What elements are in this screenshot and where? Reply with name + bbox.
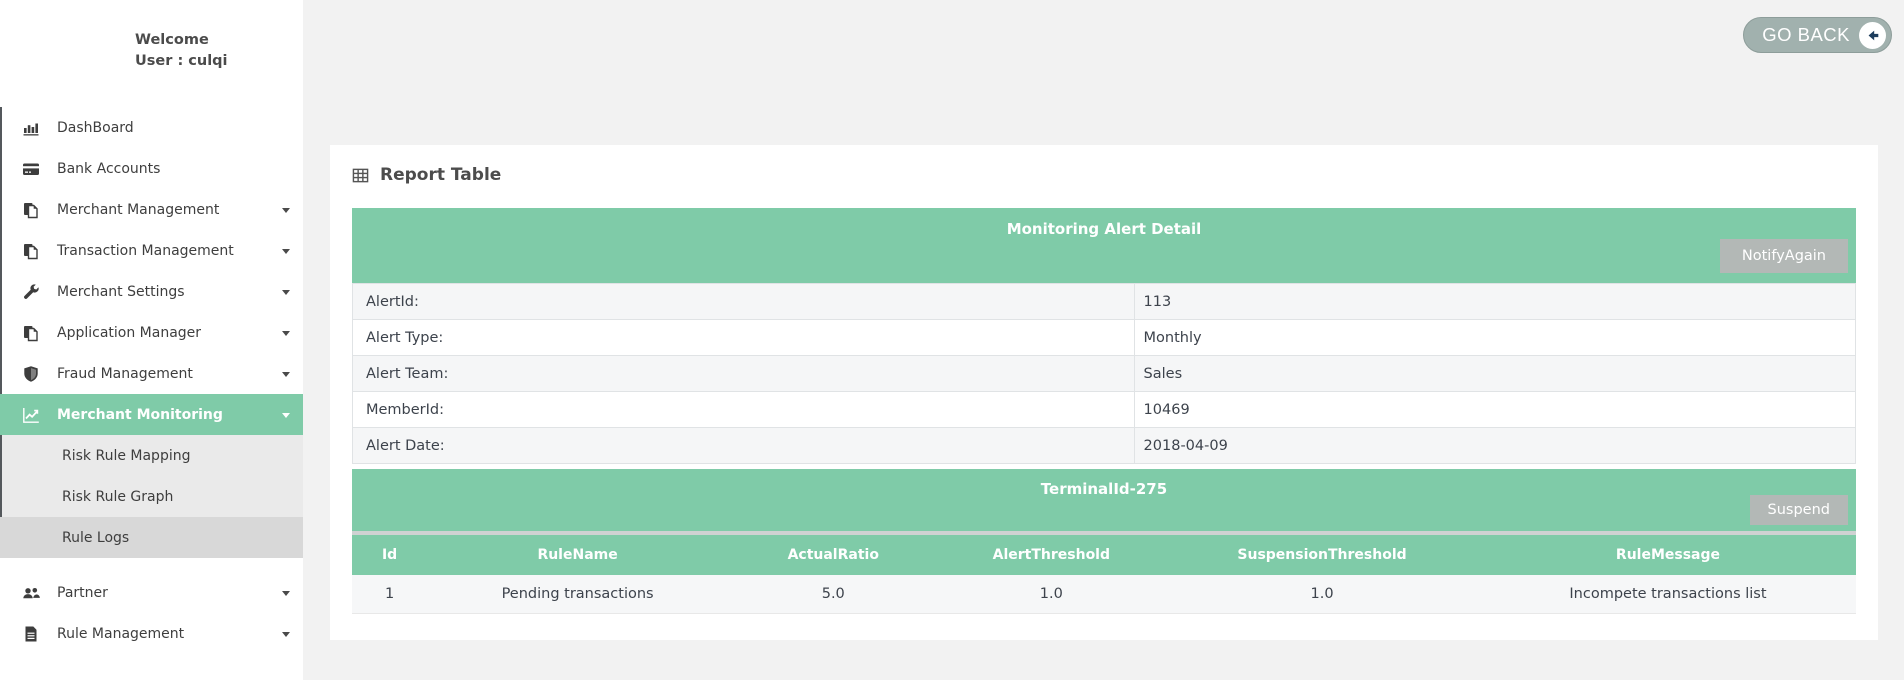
sidebar-item-dashboard[interactable]: DashBoard bbox=[0, 107, 303, 148]
suspend-button[interactable]: Suspend bbox=[1750, 495, 1848, 525]
sidebar-item-application-manager[interactable]: Application Manager bbox=[0, 312, 303, 353]
table-grid-icon bbox=[352, 167, 369, 184]
page-title: Report Table bbox=[380, 165, 501, 185]
rule-message-cell: Incompete transactions list bbox=[1480, 575, 1856, 613]
detail-row: Alert Type: Monthly bbox=[353, 320, 1856, 356]
field-value: 2018-04-09 bbox=[1134, 428, 1855, 464]
report-table-heading: Report Table bbox=[352, 165, 1856, 185]
credit-card-icon bbox=[20, 160, 42, 178]
report-card: Report Table Monitoring Alert Detail Not… bbox=[330, 145, 1878, 640]
shield-icon bbox=[20, 365, 42, 383]
table-row: 1 Pending transactions 5.0 1.0 1.0 Incom… bbox=[352, 575, 1856, 613]
sidebar-item-label: Merchant Monitoring bbox=[57, 407, 223, 423]
sidebar-item-label: Transaction Management bbox=[57, 243, 234, 259]
column-header: RuleMessage bbox=[1480, 535, 1856, 575]
chevron-down-icon bbox=[282, 249, 290, 254]
sidebar-item-label: Partner bbox=[57, 585, 108, 601]
field-value: 113 bbox=[1134, 284, 1855, 320]
rule-table: Id RuleName ActualRatio AlertThreshold S… bbox=[352, 535, 1856, 614]
sidebar-item-risk-rule-graph[interactable]: Risk Rule Graph bbox=[0, 476, 303, 517]
chevron-down-icon bbox=[282, 632, 290, 637]
field-value: Sales bbox=[1134, 356, 1855, 392]
users-icon bbox=[20, 584, 42, 602]
chevron-down-icon bbox=[282, 591, 290, 596]
field-label: MemberId: bbox=[353, 392, 1135, 428]
welcome-user-block: Welcome User : culqi bbox=[135, 30, 303, 72]
sidebar-item-transaction-management[interactable]: Transaction Management bbox=[0, 230, 303, 271]
notify-again-button[interactable]: NotifyAgain bbox=[1720, 239, 1848, 273]
bar-chart-icon bbox=[20, 119, 42, 137]
alert-detail-table: AlertId: 113 Alert Type: Monthly Alert T… bbox=[352, 283, 1856, 464]
go-back-label: GO BACK bbox=[1762, 24, 1850, 46]
sidebar-item-merchant-monitoring[interactable]: Merchant Monitoring bbox=[0, 394, 303, 435]
field-value: 10469 bbox=[1134, 392, 1855, 428]
column-header: AlertThreshold bbox=[939, 535, 1165, 575]
welcome-text: Welcome bbox=[135, 30, 303, 51]
sidebar-item-bank-accounts[interactable]: Bank Accounts bbox=[0, 148, 303, 189]
field-label: Alert Date: bbox=[353, 428, 1135, 464]
column-header: RuleName bbox=[427, 535, 728, 575]
chevron-down-icon bbox=[282, 372, 290, 377]
sidebar-item-label: Rule Management bbox=[57, 626, 184, 642]
menu-spacer bbox=[0, 558, 303, 572]
sidebar-item-partner[interactable]: Partner bbox=[0, 572, 303, 613]
detail-row: Alert Team: Sales bbox=[353, 356, 1856, 392]
go-back-button[interactable]: GO BACK bbox=[1743, 17, 1892, 53]
merchant-monitoring-submenu: Risk Rule Mapping Risk Rule Graph Rule L… bbox=[0, 435, 303, 558]
back-arrow-circle bbox=[1859, 22, 1886, 49]
sidebar-item-label: Risk Rule Graph bbox=[62, 489, 173, 505]
file-text-icon bbox=[20, 625, 42, 643]
copy-icon bbox=[20, 242, 42, 260]
line-chart-icon bbox=[20, 406, 42, 424]
rule-table-header-row: Id RuleName ActualRatio AlertThreshold S… bbox=[352, 535, 1856, 575]
field-label: Alert Type: bbox=[353, 320, 1135, 356]
rule-id-cell: 1 bbox=[352, 575, 427, 613]
sidebar-item-label: Application Manager bbox=[57, 325, 201, 341]
sidebar-item-label: Merchant Settings bbox=[57, 284, 185, 300]
chevron-down-icon bbox=[282, 290, 290, 295]
suspension-threshold-cell: 1.0 bbox=[1164, 575, 1480, 613]
rule-name-cell: Pending transactions bbox=[427, 575, 728, 613]
detail-row: AlertId: 113 bbox=[353, 284, 1856, 320]
field-value: Monthly bbox=[1134, 320, 1855, 356]
wrench-icon bbox=[20, 283, 42, 301]
sidebar-item-label: DashBoard bbox=[57, 120, 134, 136]
detail-row: MemberId: 10469 bbox=[353, 392, 1856, 428]
sidebar-item-label: Merchant Management bbox=[57, 202, 219, 218]
sidebar-menu: DashBoard Bank Accounts Merchant Managem… bbox=[0, 107, 303, 654]
detail-row: Alert Date: 2018-04-09 bbox=[353, 428, 1856, 464]
sidebar-item-risk-rule-mapping[interactable]: Risk Rule Mapping bbox=[0, 435, 303, 476]
alert-detail-title: Monitoring Alert Detail bbox=[352, 220, 1856, 238]
main-content: GO BACK Report Table Monitoring Alert De… bbox=[303, 0, 1904, 680]
column-header: ActualRatio bbox=[728, 535, 939, 575]
sidebar-item-label: Rule Logs bbox=[62, 530, 129, 546]
sidebar-item-merchant-management[interactable]: Merchant Management bbox=[0, 189, 303, 230]
terminal-title: TerminalId-275 bbox=[352, 480, 1856, 498]
alert-detail-header: Monitoring Alert Detail NotifyAgain bbox=[352, 208, 1856, 283]
copy-icon bbox=[20, 324, 42, 342]
terminal-header: TerminalId-275 Suspend bbox=[352, 469, 1856, 531]
sidebar: Welcome User : culqi DashBoard Bank Acco… bbox=[0, 0, 303, 680]
chevron-down-icon bbox=[282, 208, 290, 213]
column-header: Id bbox=[352, 535, 427, 575]
sidebar-item-rule-logs[interactable]: Rule Logs bbox=[0, 517, 303, 558]
sidebar-item-rule-management[interactable]: Rule Management bbox=[0, 613, 303, 654]
alert-threshold-cell: 1.0 bbox=[939, 575, 1165, 613]
field-label: AlertId: bbox=[353, 284, 1135, 320]
welcome-username: User : culqi bbox=[135, 51, 303, 72]
sidebar-item-label: Risk Rule Mapping bbox=[62, 448, 190, 464]
copy-icon bbox=[20, 201, 42, 219]
sidebar-item-label: Bank Accounts bbox=[57, 161, 160, 177]
chevron-down-icon bbox=[282, 413, 290, 418]
arrow-left-icon bbox=[1865, 28, 1880, 43]
sidebar-item-fraud-management[interactable]: Fraud Management bbox=[0, 353, 303, 394]
field-label: Alert Team: bbox=[353, 356, 1135, 392]
column-header: SuspensionThreshold bbox=[1164, 535, 1480, 575]
sidebar-item-merchant-settings[interactable]: Merchant Settings bbox=[0, 271, 303, 312]
chevron-down-icon bbox=[282, 331, 290, 336]
sidebar-item-label: Fraud Management bbox=[57, 366, 193, 382]
actual-ratio-cell: 5.0 bbox=[728, 575, 939, 613]
